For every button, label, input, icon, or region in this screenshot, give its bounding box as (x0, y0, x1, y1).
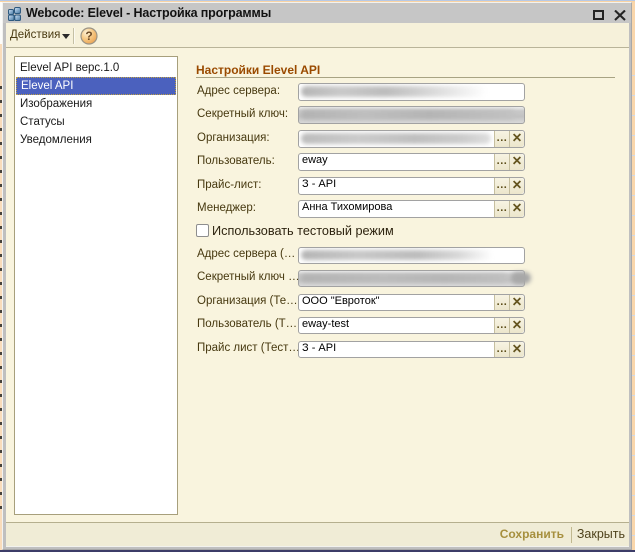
svg-text:?: ? (85, 29, 92, 43)
